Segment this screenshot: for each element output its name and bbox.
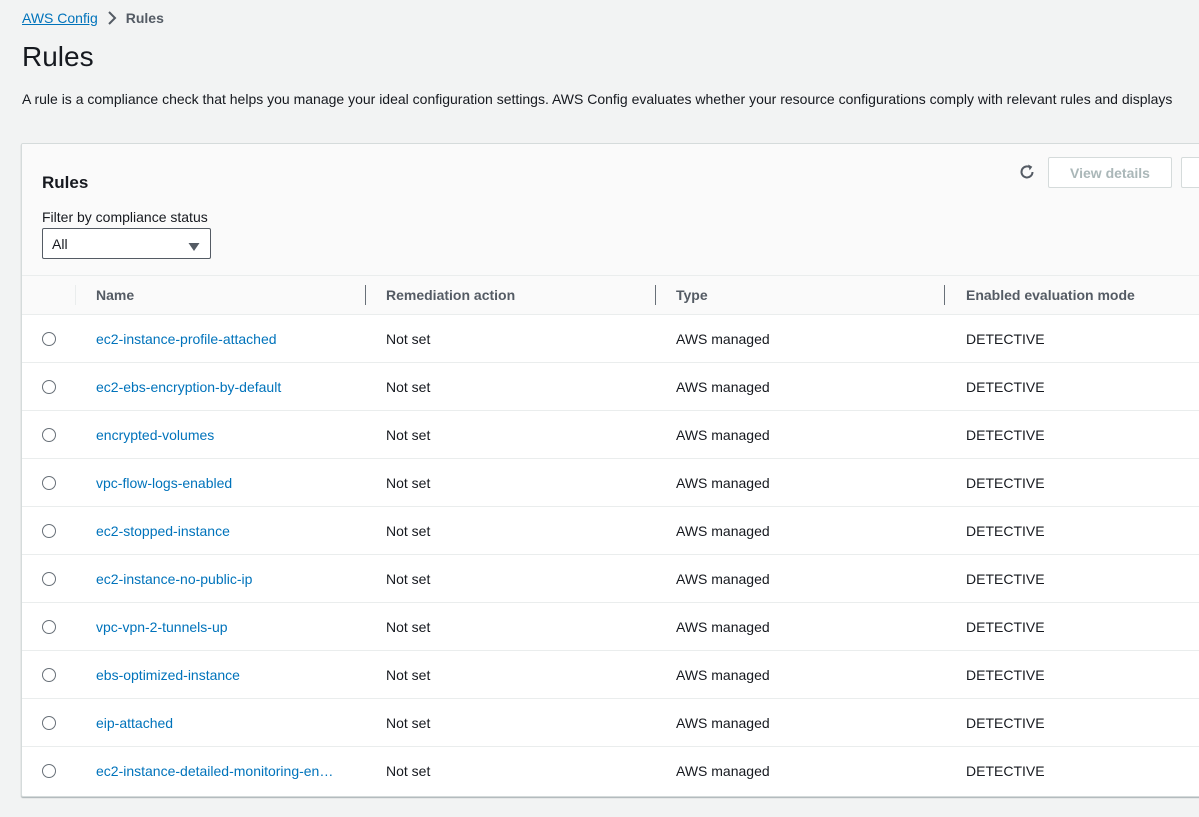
column-resize-handle[interactable] bbox=[365, 285, 366, 305]
evaluation-mode-cell: DETECTIVE bbox=[966, 522, 1045, 539]
table-row: vpc-vpn-2-tunnels-up Not set AWS managed… bbox=[22, 603, 1199, 651]
rule-name-link[interactable]: ec2-instance-detailed-monitoring-en… bbox=[96, 747, 352, 794]
column-header-remediation-action[interactable]: Remediation action bbox=[386, 276, 515, 314]
table-body: ec2-instance-profile-attached Not set AW… bbox=[22, 315, 1199, 794]
evaluation-mode-cell: DETECTIVE bbox=[966, 378, 1045, 395]
remediation-action-cell: Not set bbox=[386, 570, 431, 587]
table-row: encrypted-volumes Not set AWS managed DE… bbox=[22, 411, 1199, 459]
refresh-button[interactable] bbox=[1015, 162, 1039, 186]
page-description: A rule is a compliance check that helps … bbox=[22, 91, 1173, 107]
evaluation-mode-cell: DETECTIVE bbox=[966, 426, 1045, 443]
remediation-action-cell: Not set bbox=[386, 762, 431, 779]
row-select-radio[interactable] bbox=[42, 764, 56, 778]
remediation-action-cell: Not set bbox=[386, 522, 431, 539]
row-select-radio[interactable] bbox=[42, 620, 56, 634]
evaluation-mode-cell: DETECTIVE bbox=[966, 570, 1045, 587]
evaluation-mode-cell: DETECTIVE bbox=[966, 714, 1045, 731]
type-cell: AWS managed bbox=[676, 474, 770, 491]
table-column-headers: Name Remediation action Type Enabled eva… bbox=[22, 276, 1199, 315]
rule-name-link[interactable]: ec2-stopped-instance bbox=[96, 507, 352, 554]
type-cell: AWS managed bbox=[676, 666, 770, 683]
column-header-name[interactable]: Name bbox=[96, 276, 134, 314]
remediation-action-cell: Not set bbox=[386, 666, 431, 683]
rule-name-link[interactable]: eip-attached bbox=[96, 699, 352, 746]
rule-name-link[interactable]: ec2-instance-no-public-ip bbox=[96, 555, 352, 602]
table-header-panel: Rules View details Filter by compliance … bbox=[22, 144, 1199, 276]
rule-name-link[interactable]: ec2-ebs-encryption-by-default bbox=[96, 363, 352, 410]
evaluation-mode-cell: DETECTIVE bbox=[966, 666, 1045, 683]
row-select-radio[interactable] bbox=[42, 428, 56, 442]
rule-name-link[interactable]: vpc-flow-logs-enabled bbox=[96, 459, 352, 506]
rule-name-link[interactable]: encrypted-volumes bbox=[96, 411, 352, 458]
table-row: eip-attached Not set AWS managed DETECTI… bbox=[22, 699, 1199, 747]
remediation-action-cell: Not set bbox=[386, 618, 431, 635]
rule-name-link[interactable]: ec2-instance-profile-attached bbox=[96, 315, 352, 362]
rule-name-link[interactable]: ebs-optimized-instance bbox=[96, 651, 352, 698]
compliance-filter-select[interactable]: All bbox=[42, 228, 211, 259]
table-title: Rules bbox=[42, 173, 89, 192]
refresh-icon bbox=[1018, 163, 1036, 186]
evaluation-mode-cell: DETECTIVE bbox=[966, 474, 1045, 491]
type-cell: AWS managed bbox=[676, 378, 770, 395]
row-select-radio[interactable] bbox=[42, 332, 56, 346]
table-row: ec2-stopped-instance Not set AWS managed… bbox=[22, 507, 1199, 555]
remediation-action-cell: Not set bbox=[386, 378, 431, 395]
type-cell: AWS managed bbox=[676, 570, 770, 587]
filter-label: Filter by compliance status bbox=[42, 209, 208, 225]
table-row: ec2-ebs-encryption-by-default Not set AW… bbox=[22, 363, 1199, 411]
caret-down-icon bbox=[188, 239, 200, 255]
remediation-action-cell: Not set bbox=[386, 426, 431, 443]
evaluation-mode-cell: DETECTIVE bbox=[966, 330, 1045, 347]
filter-selected-value: All bbox=[52, 235, 68, 252]
chevron-right-icon bbox=[98, 11, 126, 25]
table-row: vpc-flow-logs-enabled Not set AWS manage… bbox=[22, 459, 1199, 507]
column-resize-handle[interactable] bbox=[655, 285, 656, 305]
actions-button[interactable] bbox=[1181, 157, 1199, 188]
type-cell: AWS managed bbox=[676, 714, 770, 731]
column-resize-handle[interactable] bbox=[944, 285, 945, 305]
table-row: ec2-instance-profile-attached Not set AW… bbox=[22, 315, 1199, 363]
column-header-enabled-evaluation-mode[interactable]: Enabled evaluation mode bbox=[966, 276, 1135, 314]
breadcrumb: AWS Config Rules bbox=[22, 8, 164, 28]
row-select-radio[interactable] bbox=[42, 380, 56, 394]
column-divider bbox=[75, 285, 76, 305]
row-select-radio[interactable] bbox=[42, 572, 56, 586]
evaluation-mode-cell: DETECTIVE bbox=[966, 762, 1045, 779]
type-cell: AWS managed bbox=[676, 330, 770, 347]
type-cell: AWS managed bbox=[676, 522, 770, 539]
row-select-radio[interactable] bbox=[42, 524, 56, 538]
table-row: ebs-optimized-instance Not set AWS manag… bbox=[22, 651, 1199, 699]
rule-name-link[interactable]: vpc-vpn-2-tunnels-up bbox=[96, 603, 352, 650]
breadcrumb-link-aws-config[interactable]: AWS Config bbox=[22, 10, 98, 26]
type-cell: AWS managed bbox=[676, 618, 770, 635]
type-cell: AWS managed bbox=[676, 762, 770, 779]
breadcrumb-current: Rules bbox=[125, 10, 164, 26]
page-title: Rules bbox=[22, 41, 94, 72]
type-cell: AWS managed bbox=[676, 426, 770, 443]
row-select-radio[interactable] bbox=[42, 716, 56, 730]
remediation-action-cell: Not set bbox=[386, 474, 431, 491]
rules-table-container: Rules View details Filter by compliance … bbox=[21, 143, 1199, 797]
row-select-radio[interactable] bbox=[42, 476, 56, 490]
remediation-action-cell: Not set bbox=[386, 714, 431, 731]
table-row: ec2-instance-detailed-monitoring-en… Not… bbox=[22, 747, 1199, 794]
row-select-radio[interactable] bbox=[42, 668, 56, 682]
table-row: ec2-instance-no-public-ip Not set AWS ma… bbox=[22, 555, 1199, 603]
remediation-action-cell: Not set bbox=[386, 330, 431, 347]
view-details-button[interactable]: View details bbox=[1048, 157, 1172, 188]
column-header-type[interactable]: Type bbox=[676, 276, 708, 314]
evaluation-mode-cell: DETECTIVE bbox=[966, 618, 1045, 635]
